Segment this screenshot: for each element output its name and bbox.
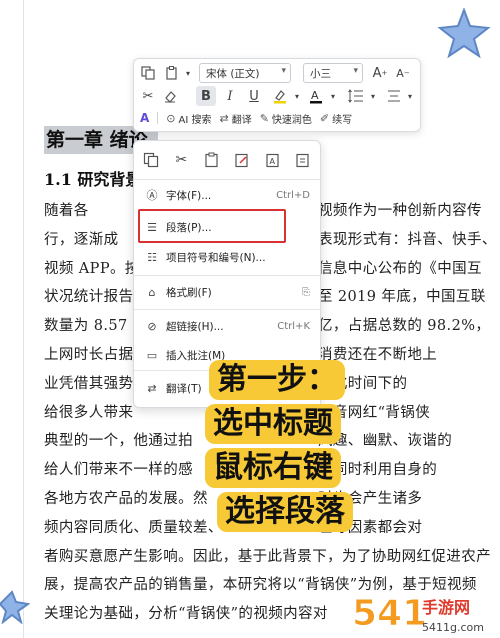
body-text-line[interactable]: 给人们带来不一样的感 xyxy=(44,461,193,479)
body-text-line-right[interactable]: 亿，占据总数的 98.2%， xyxy=(318,317,490,335)
italic-button[interactable]: I xyxy=(220,86,240,106)
menu-item-shortcut: Ctrl+K xyxy=(277,320,310,332)
translate-icon: ⇄ xyxy=(219,111,229,125)
wps-ai-button[interactable]: A xyxy=(140,111,149,125)
step-text: 鼠标右键 xyxy=(205,448,341,488)
chevron-down-icon[interactable]: ▾ xyxy=(178,63,198,83)
comment-icon: ▭ xyxy=(146,348,158,362)
paste-keep-format-icon[interactable] xyxy=(231,149,253,171)
clipboard-actions-row: ✂ A xyxy=(140,149,314,171)
menu-item-format-painter[interactable]: ⌂ 格式刷(F) ⎘ xyxy=(134,281,320,303)
increase-font-icon[interactable]: A + xyxy=(370,63,390,83)
font-name-select[interactable]: 宋体 (正文) ▾ xyxy=(199,63,291,83)
clear-format-icon[interactable] xyxy=(160,86,180,106)
star-decoration-icon xyxy=(437,8,491,58)
chevron-down-icon[interactable]: ▾ xyxy=(287,86,307,106)
format-painter-secondary-icon[interactable]: ⎘ xyxy=(302,287,310,298)
svg-text:A: A xyxy=(269,157,275,166)
chevron-down-icon[interactable]: ▾ xyxy=(400,86,420,106)
bold-button[interactable]: B xyxy=(196,86,216,106)
chevron-down-icon: ▾ xyxy=(353,66,358,76)
wps-ai-icon: A xyxy=(140,111,150,125)
menu-item-bullets[interactable]: ☷ 项目符号和编号(N)... xyxy=(134,246,320,268)
body-text-line-right[interactable]: 至 2019 年底，中国互联 xyxy=(318,288,486,306)
font-icon: Ⓐ xyxy=(146,189,158,202)
body-text-line[interactable]: 随着各 xyxy=(44,202,89,220)
format-painter-icon: ⌂ xyxy=(148,285,156,299)
svg-text:5411g.com: 5411g.com xyxy=(422,621,484,634)
bullet-list-icon: ☷ xyxy=(147,250,157,264)
body-text-line-right[interactable]: 信息中心公布的《中国互 xyxy=(318,260,482,278)
decrease-font-icon[interactable]: A − xyxy=(393,63,413,83)
translate-button[interactable]: ⇄ 翻译 xyxy=(219,111,251,126)
chevron-down-icon[interactable]: ▾ xyxy=(363,86,383,106)
chevron-down-icon: ▾ xyxy=(281,66,286,76)
body-text-line[interactable]: 状况统计报告 xyxy=(44,288,133,306)
body-text-line[interactable]: 上网时长占据 xyxy=(44,346,133,364)
pen-icon: ✐ xyxy=(319,111,330,125)
underline-button[interactable]: U xyxy=(244,86,264,106)
ai-search-label: AI 搜索 xyxy=(178,114,212,126)
body-text-line[interactable]: 典型的一个，他通过拍 xyxy=(44,432,193,450)
body-text-line[interactable]: 视频 APP。按 xyxy=(44,260,140,278)
cut-icon[interactable]: ✂ xyxy=(138,86,158,106)
mini-format-toolbar: ▾ 宋体 (正文) ▾ 小三 ▾ A + A − ✂ B I U ▾ A ▾ ▾ ▾… xyxy=(133,58,421,132)
ai-tools-row: A ⊙ AI 搜索 ⇄ 翻译 ✎ 快速润色 ✐ 续写 xyxy=(140,109,360,127)
paste-icon[interactable] xyxy=(201,149,223,171)
svg-text:541: 541 xyxy=(352,593,427,634)
menu-item-label: 项目符号和编号(N)... xyxy=(166,251,266,264)
paste-text-only-icon[interactable]: A xyxy=(262,149,284,171)
font-size-value: 小三 xyxy=(310,67,331,80)
quick-polish-button[interactable]: ✎ 快速润色 xyxy=(260,111,312,126)
continue-write-label: 续写 xyxy=(332,114,353,126)
body-text-line[interactable]: 关理论为基础，分析“背锅侠”的视频内容对 xyxy=(44,605,328,623)
translate-label: 翻译 xyxy=(231,114,252,126)
copy-icon[interactable] xyxy=(140,149,162,171)
svg-text:手游网: 手游网 xyxy=(422,598,470,617)
cut-icon[interactable]: ✂ xyxy=(170,149,192,171)
body-text-line[interactable]: 频内容同质化、质量较差、 xyxy=(44,519,223,537)
quick-polish-label: 快速润色 xyxy=(271,114,312,126)
menu-item-label: 字体(F)... xyxy=(166,189,212,202)
divider xyxy=(157,112,159,124)
body-text-line[interactable]: 数量为 8.57 亿 xyxy=(44,317,148,335)
translate-icon: ⇄ xyxy=(147,381,157,395)
menu-item-label: 超链接(H)... xyxy=(166,320,224,333)
copy-format-icon[interactable] xyxy=(138,63,158,83)
divider xyxy=(134,275,320,276)
body-text-line-right[interactable]: 表现形式有：抖音、快手、 xyxy=(318,231,497,249)
font-name-value: 宋体 (正文) xyxy=(206,67,260,80)
body-text-line[interactable]: 者购买意愿产生影响。因此，基于此背景下，为了协助网红促进农产 xyxy=(44,548,491,566)
menu-item-font[interactable]: Ⓐ 字体(F)... Ctrl+D xyxy=(134,184,320,206)
paragraph-highlight-box xyxy=(138,209,286,243)
site-logo: 541 手游网 5411g.com xyxy=(352,593,484,635)
link-icon: ⊘ xyxy=(147,319,157,333)
ai-search-icon: ⊙ xyxy=(166,111,176,125)
menu-item-hyperlink[interactable]: ⊘ 超链接(H)... Ctrl+K xyxy=(134,315,320,337)
star-decoration-icon xyxy=(0,590,30,624)
page-edge-line xyxy=(23,0,24,638)
menu-item-shortcut: Ctrl+D xyxy=(276,189,310,201)
step-text: 选中标题 xyxy=(205,404,341,444)
section-heading[interactable]: 1.1 研究背景 xyxy=(44,166,141,190)
divider xyxy=(134,179,320,180)
chevron-down-icon[interactable]: ▾ xyxy=(323,86,343,106)
step-text: 选择段落 xyxy=(217,492,353,532)
body-text-line-right[interactable]: 视频作为一种创新内容传 xyxy=(318,202,482,220)
paste-special-icon[interactable] xyxy=(292,149,314,171)
body-text-line[interactable]: 行，逐渐成 xyxy=(44,231,119,249)
step-title: 第一步： xyxy=(209,360,345,400)
continue-write-button[interactable]: ✐ 续写 xyxy=(320,111,352,126)
svg-text:A: A xyxy=(311,89,319,102)
body-text-line[interactable]: 各地方农产品的发展。然 xyxy=(44,490,208,508)
menu-item-label: 格式刷(F) xyxy=(166,286,212,299)
polish-icon: ✎ xyxy=(259,111,269,125)
body-text-line[interactable]: 业凭借其强势 xyxy=(44,375,133,393)
ai-search-button[interactable]: ⊙ AI 搜索 xyxy=(166,111,211,126)
menu-item-label: 翻译(T) xyxy=(166,382,202,395)
divider xyxy=(134,309,320,310)
font-size-select[interactable]: 小三 ▾ xyxy=(303,63,363,83)
body-text-line[interactable]: 给很多人带来 xyxy=(44,404,133,422)
